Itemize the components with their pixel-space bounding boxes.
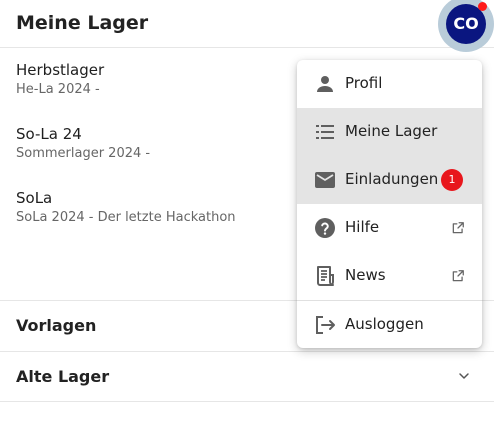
- camp-item-so-la-24[interactable]: So-La 24 Sommerlager 2024 -: [16, 125, 316, 161]
- menu-item-label: Profil: [345, 74, 383, 92]
- divider: [0, 401, 494, 402]
- old-camps-section[interactable]: Alte Lager: [0, 351, 494, 402]
- external-link-icon: [452, 270, 464, 282]
- menu-item-label: Hilfe: [345, 218, 380, 236]
- camp-name: SoLa: [16, 189, 53, 207]
- mail-icon: [315, 172, 335, 188]
- menu-item-logout[interactable]: Ausloggen: [297, 301, 482, 348]
- templates-label: Vorlagen: [16, 316, 97, 335]
- help-icon: [315, 218, 335, 238]
- camp-subtitle: He-La 2024 -: [16, 82, 100, 97]
- camp-name: So-La 24: [16, 125, 82, 143]
- newspaper-icon: [317, 266, 334, 286]
- notification-dot: [478, 2, 487, 11]
- menu-item-label: Ausloggen: [345, 315, 424, 333]
- external-link-icon: [452, 222, 464, 234]
- menu-item-label: Meine Lager: [345, 122, 438, 140]
- menu-item-news[interactable]: News: [297, 252, 482, 300]
- list-icon: [316, 125, 334, 139]
- invitations-count-badge: 1: [441, 169, 463, 191]
- person-icon: [317, 76, 333, 92]
- menu-item-profile[interactable]: Profil: [297, 60, 482, 108]
- menu-item-label: News: [345, 266, 386, 284]
- menu-item-invitations[interactable]: Einladungen 1: [297, 156, 482, 204]
- chevron-down-icon[interactable]: [456, 368, 472, 384]
- camp-subtitle: SoLa 2024 - Der letzte Hackathon: [16, 210, 236, 225]
- camp-name: Herbstlager: [16, 61, 105, 79]
- camp-subtitle: Sommerlager 2024 -: [16, 146, 151, 161]
- user-dropdown-menu: Profil Meine Lager Einladungen 1 Hilfe N…: [297, 60, 482, 348]
- app-header: Meine Lager: [0, 0, 494, 48]
- old-camps-label: Alte Lager: [16, 367, 110, 386]
- camp-item-sola[interactable]: SoLa SoLa 2024 - Der letzte Hackathon: [16, 189, 316, 225]
- camp-item-herbstlager[interactable]: Herbstlager He-La 2024 -: [16, 61, 316, 97]
- menu-item-label: Einladungen: [345, 170, 439, 188]
- page-title: Meine Lager: [16, 12, 149, 34]
- menu-item-my-camps[interactable]: Meine Lager: [297, 108, 482, 156]
- menu-item-help[interactable]: Hilfe: [297, 204, 482, 252]
- logout-icon: [316, 316, 335, 334]
